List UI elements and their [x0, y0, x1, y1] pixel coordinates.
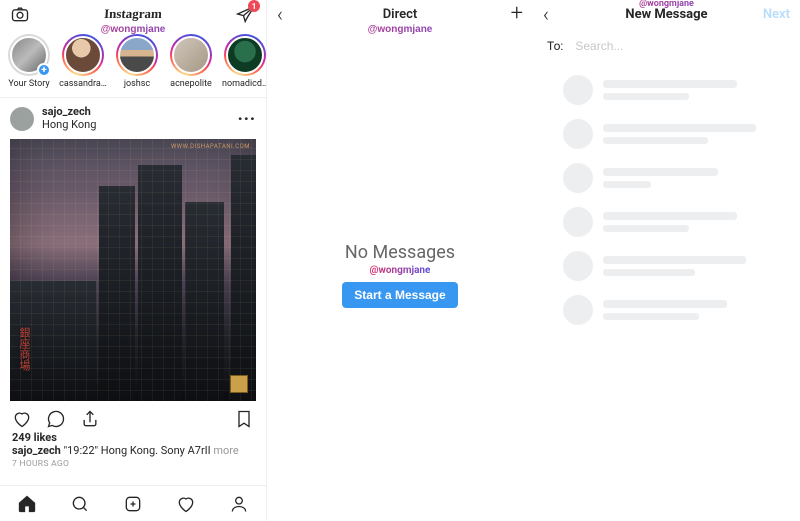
stories-tray[interactable]: + Your Story cassandra… joshsc acnepolit… — [0, 28, 266, 98]
story-label: Your Story — [4, 79, 54, 89]
search-input[interactable] — [573, 38, 786, 54]
tab-profile-icon[interactable] — [229, 494, 249, 514]
bookmark-icon[interactable] — [234, 409, 254, 429]
next-button[interactable]: Next — [763, 7, 790, 22]
share-icon[interactable] — [80, 409, 100, 429]
post-more-icon[interactable]: ··· — [238, 109, 256, 128]
post-location[interactable]: Hong Kong — [42, 119, 96, 132]
bottom-tabbar — [0, 485, 266, 521]
post-timestamp: 7 HOURS AGO — [12, 459, 254, 469]
list-item[interactable] — [563, 156, 794, 200]
likes-count[interactable]: 249 likes — [12, 431, 254, 444]
story-item[interactable]: cassandra… — [58, 34, 108, 89]
new-message-header: ‹ New Message Next — [533, 0, 800, 28]
new-message-pane: @wongmjane ‹ New Message Next To: — [533, 0, 800, 521]
story-your-story[interactable]: + Your Story — [4, 34, 54, 89]
tab-search-icon[interactable] — [70, 494, 90, 514]
comment-icon[interactable] — [46, 409, 66, 429]
back-icon[interactable]: ‹ — [277, 4, 283, 24]
feed-pane: Instagram 1 @wongmjane + Your Story cass… — [0, 0, 267, 521]
avatar — [563, 75, 593, 105]
list-item[interactable] — [563, 288, 794, 332]
story-label: acnepolite — [166, 79, 216, 89]
story-label: cassandra… — [58, 79, 108, 89]
avatar — [563, 163, 593, 193]
story-item[interactable]: joshsc — [112, 34, 162, 89]
list-item[interactable] — [563, 244, 794, 288]
start-message-button[interactable]: Start a Message — [342, 282, 457, 308]
photo-watermark: WWW.DISHAPATANI.COM — [171, 143, 250, 150]
feed-post: sajo_zech Hong Kong ··· WWW.DISHAPATANI.… — [0, 98, 266, 485]
post-caption: sajo_zech "19:22" Hong Kong. Sony A7rII … — [12, 444, 254, 457]
feed-header: Instagram 1 @wongmjane — [0, 0, 266, 28]
avatar — [563, 207, 593, 237]
avatar — [563, 251, 593, 281]
list-item[interactable] — [563, 68, 794, 112]
watermark: @wongmjane — [370, 265, 431, 276]
list-item[interactable] — [563, 112, 794, 156]
direct-header: ‹ Direct + @wongmjane — [267, 0, 533, 28]
direct-pane: ‹ Direct + @wongmjane No Messages @wongm… — [267, 0, 533, 521]
avatar[interactable] — [10, 107, 34, 131]
dm-badge: 1 — [248, 0, 260, 12]
to-row: To: — [533, 28, 800, 64]
story-item[interactable]: nomadicd… — [220, 34, 266, 89]
no-messages-label: No Messages — [345, 242, 455, 263]
suggestions-list — [533, 64, 800, 332]
story-label: nomadicd… — [220, 79, 266, 89]
story-label: joshsc — [112, 79, 162, 89]
photo-tag-icon — [230, 375, 248, 393]
post-media[interactable]: WWW.DISHAPATANI.COM 銀座商場 — [10, 139, 256, 401]
story-item[interactable]: acnepolite — [166, 34, 216, 89]
tab-activity-icon[interactable] — [176, 494, 196, 514]
list-item[interactable] — [563, 200, 794, 244]
direct-icon[interactable]: 1 — [236, 4, 256, 24]
camera-icon[interactable] — [10, 4, 30, 24]
back-icon[interactable]: ‹ — [543, 4, 549, 24]
tab-new-post-icon[interactable] — [123, 494, 143, 514]
avatar — [563, 119, 593, 149]
heart-icon[interactable] — [12, 409, 32, 429]
avatar — [563, 295, 593, 325]
add-story-icon[interactable]: + — [37, 63, 51, 77]
post-header: sajo_zech Hong Kong ··· — [0, 102, 266, 135]
caption-more[interactable]: more — [213, 444, 238, 457]
to-label: To: — [547, 39, 563, 53]
post-actions — [0, 401, 266, 431]
post-username[interactable]: sajo_zech — [42, 106, 96, 119]
compose-icon[interactable]: + — [511, 3, 523, 25]
tab-home-icon[interactable] — [17, 494, 37, 514]
